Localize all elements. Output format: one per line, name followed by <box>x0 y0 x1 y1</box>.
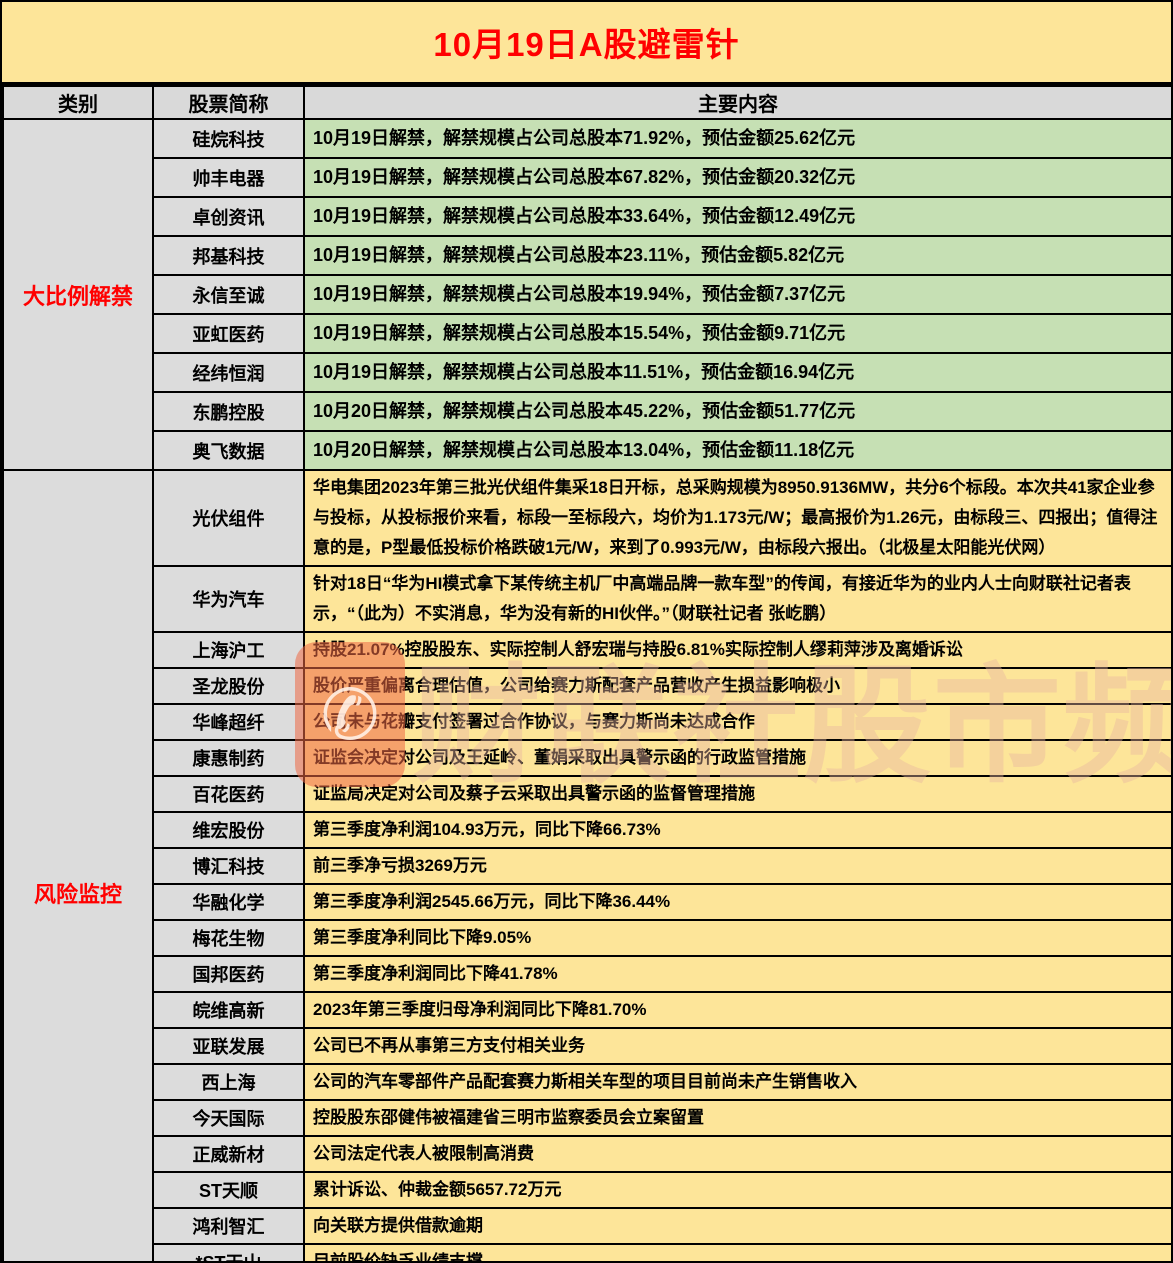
main-content-cell: 10月19日解禁，解禁规模占公司总股本67.82%，预估金额20.32亿元 <box>303 157 1171 198</box>
main-content-cell: 2023年第三季度归母净利润同比下降81.70% <box>303 991 1171 1029</box>
category-cell: 风险监控 <box>2 469 154 1261</box>
table-row: 大比例解禁 硅烷科技 10月19日解禁，解禁规模占公司总股本71.92%，预估金额2… <box>2 118 1171 471</box>
table-row: 风险监控 光伏组件 华电集团2023年第三批光伏组件集采18日开标，总采购规模为89… <box>2 469 1171 1261</box>
table-row: 华峰超纤 公司未与花瓣支付签署过合作协议，与赛力斯尚未达成合作 <box>3 703 1171 741</box>
table-row: 国邦医药 第三季度净利润同比下降41.78% <box>3 955 1171 993</box>
main-content-cell: 10月19日解禁，解禁规模占公司总股本33.64%，预估金额12.49亿元 <box>303 196 1171 237</box>
column-header-stock-name: 股票简称 <box>152 85 305 120</box>
main-content-cell: 10月19日解禁，解禁规模占公司总股本11.51%，预估金额16.94亿元 <box>303 352 1171 393</box>
a-share-warning-infographic: 10月19日A股避雷针 类别 股票简称 主要内容 大比例解禁 硅烷科技 10月19日… <box>0 0 1173 1263</box>
main-content-cell: 公司的汽车零部件产品配套赛力斯相关车型的项目目前尚未产生销售收入 <box>303 1063 1171 1101</box>
main-content-cell: 10月20日解禁，解禁规模占公司总股本45.22%，预估金额51.77亿元 <box>303 391 1171 432</box>
stock-name-cell: 国邦医药 <box>152 955 305 993</box>
table-row: 亚虹医药 10月19日解禁，解禁规模占公司总股本15.54%，预估金额9.71亿元 <box>3 313 1171 354</box>
stock-name-cell: 今天国际 <box>152 1099 305 1137</box>
main-content-cell: 第三季度净利润104.93万元，同比下降66.73% <box>303 811 1171 849</box>
stock-name-cell: 鸿利智汇 <box>152 1207 305 1245</box>
stock-name-cell: 卓创资讯 <box>152 196 305 237</box>
table-row: 博汇科技 前三季净亏损3269万元 <box>3 847 1171 885</box>
stock-name-cell: 华融化学 <box>152 883 305 921</box>
main-content-cell: 股价严重偏离合理估值，公司给赛力斯配套产品营收产生损益影响极小 <box>303 667 1171 705</box>
table-row: 上海沪工 持股21.07%控股股东、实际控制人舒宏瑞与持股6.81%实际控制人缪莉… <box>3 631 1171 669</box>
table-row: ST天顺 累计诉讼、仲裁金额5657.72万元 <box>3 1171 1171 1209</box>
table-row: 梅花生物 第三季度净利同比下降9.05% <box>3 919 1171 957</box>
table-row: 奥飞数据 10月20日解禁，解禁规模占公司总股本13.04%，预估金额11.18亿… <box>3 430 1171 471</box>
main-content-cell: 持股21.07%控股股东、实际控制人舒宏瑞与持股6.81%实际控制人缪莉萍涉及离… <box>303 631 1171 669</box>
stock-name-cell: 维宏股份 <box>152 811 305 849</box>
table-row: 圣龙股份 股价严重偏离合理估值，公司给赛力斯配套产品营收产生损益影响极小 <box>3 667 1171 705</box>
main-content-cell: 第三季度净利润同比下降41.78% <box>303 955 1171 993</box>
stock-name-cell: 梅花生物 <box>152 919 305 957</box>
main-content-cell: 公司法定代表人被限制高消费 <box>303 1135 1171 1173</box>
stock-name-cell: 亚联发展 <box>152 1027 305 1065</box>
stock-name-cell: 正威新材 <box>152 1135 305 1173</box>
table-row: 帅丰电器 10月19日解禁，解禁规模占公司总股本67.82%，预估金额20.32亿… <box>3 157 1171 198</box>
stock-name-cell: 亚虹医药 <box>152 313 305 354</box>
table-row: 华为汽车 针对18日“华为HI模式拿下某传统主机厂中高端品牌一款车型”的传闻，有接… <box>3 565 1171 633</box>
stock-name-cell: 皖维高新 <box>152 991 305 1029</box>
table-row: 百花医药 证监局决定对公司及蔡子云采取出具警示函的监督管理措施 <box>3 775 1171 813</box>
main-content-cell: 公司未与花瓣支付签署过合作协议，与赛力斯尚未达成合作 <box>303 703 1171 741</box>
stock-name-cell: 光伏组件 <box>152 469 305 567</box>
stock-name-cell: 西上海 <box>152 1063 305 1101</box>
stock-name-cell: 博汇科技 <box>152 847 305 885</box>
column-header-category: 类别 <box>2 85 154 120</box>
table-row: 西上海 公司的汽车零部件产品配套赛力斯相关车型的项目目前尚未产生销售收入 <box>3 1063 1171 1101</box>
table-row: 经纬恒润 10月19日解禁，解禁规模占公司总股本11.51%，预估金额16.94亿… <box>3 352 1171 393</box>
stock-name-cell: 硅烷科技 <box>152 118 305 159</box>
stock-name-cell: 华为汽车 <box>152 565 305 633</box>
stock-name-cell: 经纬恒润 <box>152 352 305 393</box>
page-title: 10月19日A股避雷针 <box>2 2 1171 85</box>
table-header-row: 类别 股票简称 主要内容 <box>2 85 1171 120</box>
category-cell: 大比例解禁 <box>2 118 154 471</box>
stock-name-cell: 康惠制药 <box>152 739 305 777</box>
main-content-cell: 证监局决定对公司及蔡子云采取出具警示函的监督管理措施 <box>303 775 1171 813</box>
table-row: 华融化学 第三季度净利润2545.66万元，同比下降36.44% <box>3 883 1171 921</box>
main-content-cell: 向关联方提供借款逾期 <box>303 1207 1171 1245</box>
stock-name-cell: ST天顺 <box>152 1171 305 1209</box>
table-row: 鸿利智汇 向关联方提供借款逾期 <box>3 1207 1171 1245</box>
table-row: 正威新材 公司法定代表人被限制高消费 <box>3 1135 1171 1173</box>
table-row: 皖维高新 2023年第三季度归母净利润同比下降81.70% <box>3 991 1171 1029</box>
table-row: 邦基科技 10月19日解禁，解禁规模占公司总股本23.11%，预估金额5.82亿元 <box>3 235 1171 276</box>
stock-name-cell: 百花医药 <box>152 775 305 813</box>
main-content-cell: 控股股东邵健伟被福建省三明市监察委员会立案留置 <box>303 1099 1171 1137</box>
table-row: 永信至诚 10月19日解禁，解禁规模占公司总股本19.94%，预估金额7.37亿元 <box>3 274 1171 315</box>
main-content-cell: 10月19日解禁，解禁规模占公司总股本71.92%，预估金额25.62亿元 <box>303 118 1171 159</box>
main-content-cell: 10月19日解禁，解禁规模占公司总股本19.94%，预估金额7.37亿元 <box>303 274 1171 315</box>
main-table: 类别 股票简称 主要内容 大比例解禁 硅烷科技 10月19日解禁，解禁规模占公司总股… <box>2 85 1171 1261</box>
main-content-cell: 10月20日解禁，解禁规模占公司总股本13.04%，预估金额11.18亿元 <box>303 430 1171 471</box>
main-content-cell: 第三季度净利同比下降9.05% <box>303 919 1171 957</box>
column-header-main-content: 主要内容 <box>303 85 1171 120</box>
table-row: 亚联发展 公司已不再从事第三方支付相关业务 <box>3 1027 1171 1065</box>
table-row: 卓创资讯 10月19日解禁，解禁规模占公司总股本33.64%，预估金额12.49亿… <box>3 196 1171 237</box>
table-row: 东鹏控股 10月20日解禁，解禁规模占公司总股本45.22%，预估金额51.77亿… <box>3 391 1171 432</box>
stock-name-cell: 上海沪工 <box>152 631 305 669</box>
stock-name-cell: 东鹏控股 <box>152 391 305 432</box>
stock-name-cell: 永信至诚 <box>152 274 305 315</box>
stock-name-cell: 帅丰电器 <box>152 157 305 198</box>
stock-name-cell: *ST天山 <box>152 1243 305 1261</box>
main-content-cell: 累计诉讼、仲裁金额5657.72万元 <box>303 1171 1171 1209</box>
main-content-cell: 针对18日“华为HI模式拿下某传统主机厂中高端品牌一款车型”的传闻，有接近华为的… <box>303 565 1171 633</box>
main-content-cell: 第三季度净利润2545.66万元，同比下降36.44% <box>303 883 1171 921</box>
main-content-cell: 公司已不再从事第三方支付相关业务 <box>303 1027 1171 1065</box>
stock-name-cell: 奥飞数据 <box>152 430 305 471</box>
main-content-cell: 目前股价缺乏业绩支撑 <box>303 1243 1171 1261</box>
main-content-cell: 10月19日解禁，解禁规模占公司总股本23.11%，预估金额5.82亿元 <box>303 235 1171 276</box>
table-row: *ST天山 目前股价缺乏业绩支撑 <box>3 1243 1171 1261</box>
stock-name-cell: 圣龙股份 <box>152 667 305 705</box>
table-row: 维宏股份 第三季度净利润104.93万元，同比下降66.73% <box>3 811 1171 849</box>
table-row: 康惠制药 证监会决定对公司及王延岭、董娟采取出具警示函的行政监管措施 <box>3 739 1171 777</box>
main-content-cell: 前三季净亏损3269万元 <box>303 847 1171 885</box>
main-content-cell: 证监会决定对公司及王延岭、董娟采取出具警示函的行政监管措施 <box>303 739 1171 777</box>
stock-name-cell: 华峰超纤 <box>152 703 305 741</box>
stock-name-cell: 邦基科技 <box>152 235 305 276</box>
main-content-cell: 华电集团2023年第三批光伏组件集采18日开标，总采购规模为8950.9136M… <box>303 469 1171 567</box>
table-row: 今天国际 控股股东邵健伟被福建省三明市监察委员会立案留置 <box>3 1099 1171 1137</box>
main-content-cell: 10月19日解禁，解禁规模占公司总股本15.54%，预估金额9.71亿元 <box>303 313 1171 354</box>
